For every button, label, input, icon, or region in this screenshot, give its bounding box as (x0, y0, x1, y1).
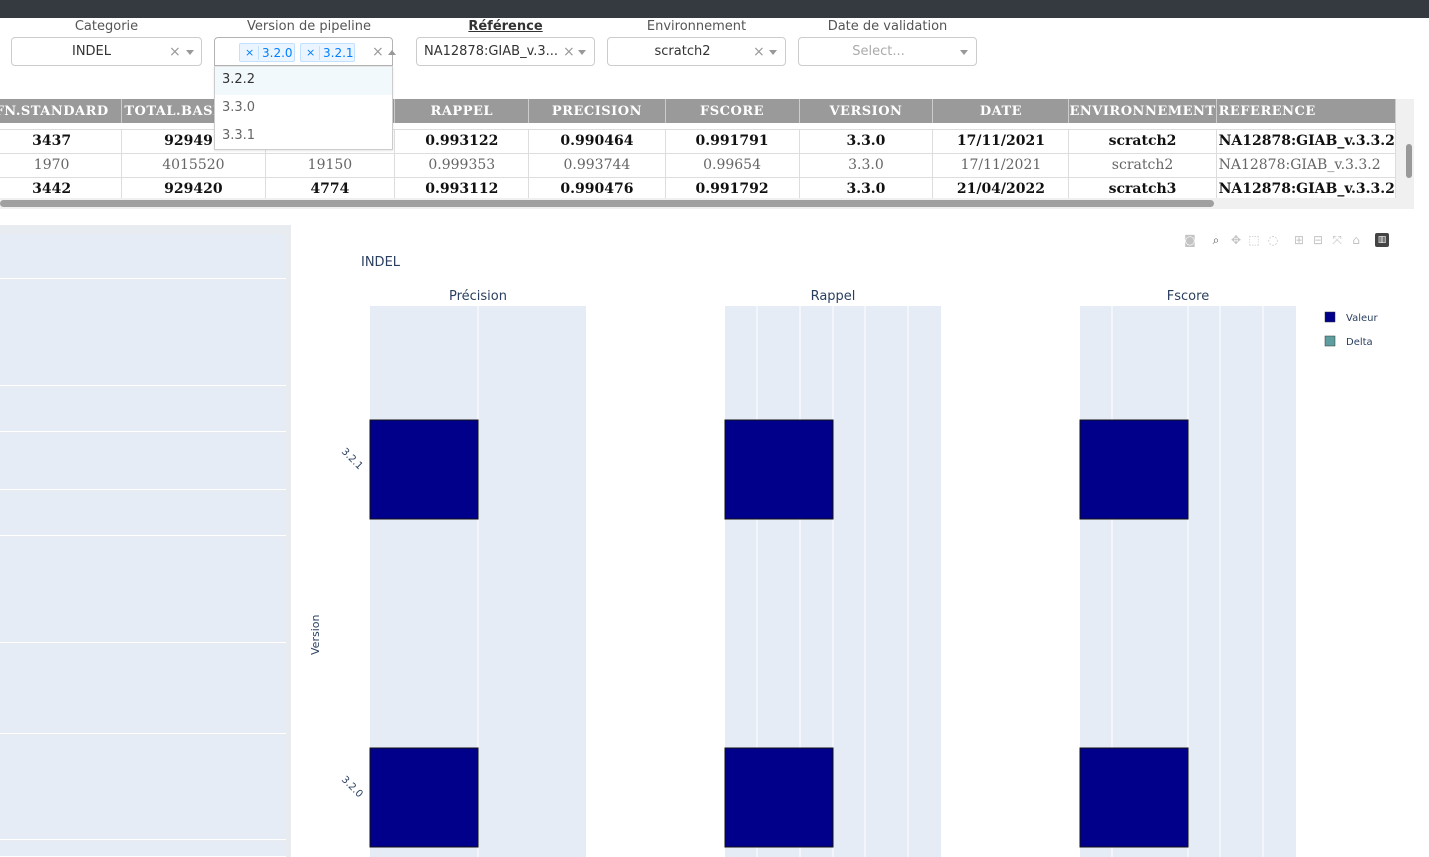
panel-band (0, 537, 286, 643)
chart-card (306, 225, 1393, 857)
column-header[interactable]: RAPPEL (394, 99, 530, 123)
table-cell: 0.991791 (665, 129, 800, 154)
table-cell: 3437 (0, 129, 123, 154)
table-cell: 19150 (265, 153, 396, 178)
camera-icon[interactable]: ◙ (1183, 233, 1197, 247)
environnement-select[interactable]: scratch2 × (607, 37, 786, 66)
chevron-down-icon[interactable] (578, 50, 586, 55)
table-cell: 0.999353 (394, 153, 530, 178)
column-header[interactable]: DATE (932, 99, 1070, 123)
reference-label[interactable]: Référence (416, 19, 595, 34)
version-chip[interactable]: × 3.2.0 (239, 43, 295, 62)
table-vertical-scrollbar[interactable] (1405, 124, 1414, 198)
chevron-down-icon[interactable] (186, 50, 194, 55)
chevron-down-icon[interactable] (769, 50, 777, 55)
column-header[interactable]: FSCORE (665, 99, 800, 123)
chip-remove-icon[interactable]: × (306, 46, 315, 59)
panel-band (0, 491, 286, 536)
reference-select[interactable]: NA12878:GIAB_v.3... × (416, 37, 595, 66)
chip-label: 3.2.0 (258, 46, 293, 60)
chevron-down-icon[interactable] (960, 50, 968, 55)
clear-icon[interactable]: × (372, 44, 384, 60)
environnement-label: Environnement (646, 19, 747, 34)
column-header[interactable]: FN.STANDARD (0, 99, 123, 123)
table-cell: 1970 (0, 153, 123, 178)
results-table: FN.STANDARD TOTAL.BASELINE RAPPEL PRECIS… (0, 99, 1397, 202)
chip-remove-icon[interactable]: × (245, 46, 254, 59)
clear-icon[interactable]: × (563, 44, 575, 60)
chevron-up-icon[interactable] (388, 50, 396, 55)
categorie-label: Categorie (74, 19, 139, 34)
table-cell: 17/11/2021 (932, 153, 1070, 178)
table-row[interactable]: 1970 4015520 19150 0.999353 0.993744 0.9… (0, 153, 1397, 178)
date-label: Date de validation (827, 19, 948, 34)
panel-band (0, 433, 286, 490)
chip-label: 3.2.1 (319, 46, 354, 60)
clear-icon[interactable]: × (753, 44, 765, 60)
results-table-container: FN.STANDARD TOTAL.BASELINE RAPPEL PRECIS… (0, 99, 1414, 209)
scrollbar-thumb[interactable] (1406, 144, 1412, 178)
table-cell: 0.993744 (528, 153, 666, 178)
version-chip[interactable]: × 3.2.1 (300, 43, 355, 62)
column-header[interactable]: REFERENCE (1216, 99, 1397, 123)
top-navbar (0, 0, 1429, 18)
panel-band (0, 841, 286, 857)
panel-band (0, 735, 286, 840)
dropdown-option[interactable]: 3.3.1 (215, 123, 392, 151)
panel-band (0, 234, 286, 279)
zoom-out-icon[interactable]: ⊟ (1311, 233, 1325, 247)
table-cell: NA12878:GIAB_v.3.3.2 (1216, 153, 1397, 178)
reset-axes-icon[interactable]: ⌂ (1349, 233, 1363, 247)
table-row[interactable]: 3437 929497 0.993122 0.990464 0.991791 3… (0, 129, 1397, 154)
table-cell: 0.993122 (394, 129, 530, 154)
clear-icon[interactable]: × (169, 44, 181, 60)
table-cell: NA12878:GIAB_v.3.3.2 (1216, 129, 1397, 154)
date-select[interactable]: Select... (798, 37, 977, 66)
version-label: Version de pipeline (247, 19, 371, 34)
table-cell: 0.990464 (528, 129, 666, 154)
panel-band (0, 280, 286, 386)
zoom-icon[interactable]: ⌕ (1209, 233, 1223, 247)
table-cell: 3.3.0 (799, 153, 934, 178)
table-cell: 4015520 (121, 153, 266, 178)
version-dropdown-menu: 3.2.2 3.3.0 3.3.1 (214, 66, 393, 150)
version-multiselect[interactable]: × 3.2.0 × 3.2.1 × (214, 37, 396, 66)
reference-value: NA12878:GIAB_v.3... (424, 44, 559, 59)
plotly-logo-icon[interactable]: ▥ (1375, 233, 1389, 247)
panel-band (0, 387, 286, 432)
zoom-in-icon[interactable]: ⊞ (1292, 233, 1306, 247)
column-header[interactable]: PRECISION (528, 99, 666, 123)
dropdown-option[interactable]: 3.2.2 (215, 67, 392, 95)
box-select-icon[interactable]: ⬚ (1247, 233, 1261, 247)
pan-icon[interactable]: ✥ (1229, 233, 1243, 247)
column-header[interactable]: ENVIRONNEMENT (1068, 99, 1217, 123)
table-header-row: FN.STANDARD TOTAL.BASELINE RAPPEL PRECIS… (0, 99, 1397, 123)
table-horizontal-scrollbar[interactable] (0, 198, 1414, 209)
autoscale-icon[interactable]: ⤧ (1330, 233, 1344, 247)
scrollbar-thumb[interactable] (0, 200, 1214, 207)
date-placeholder: Select... (852, 44, 905, 59)
table-cell: 17/11/2021 (932, 129, 1070, 154)
categorie-select[interactable]: INDEL × (11, 37, 202, 66)
table-cell: 0.99654 (665, 153, 800, 178)
table-cell: scratch2 (1068, 153, 1217, 178)
dropdown-option[interactable]: 3.3.0 (215, 95, 392, 123)
left-chart-panel (0, 225, 291, 857)
table-cell: scratch2 (1068, 129, 1217, 154)
table-cell: 3.3.0 (799, 129, 934, 154)
column-header[interactable]: VERSION (799, 99, 934, 123)
panel-band (0, 644, 286, 734)
lasso-icon[interactable]: ◌ (1266, 233, 1280, 247)
